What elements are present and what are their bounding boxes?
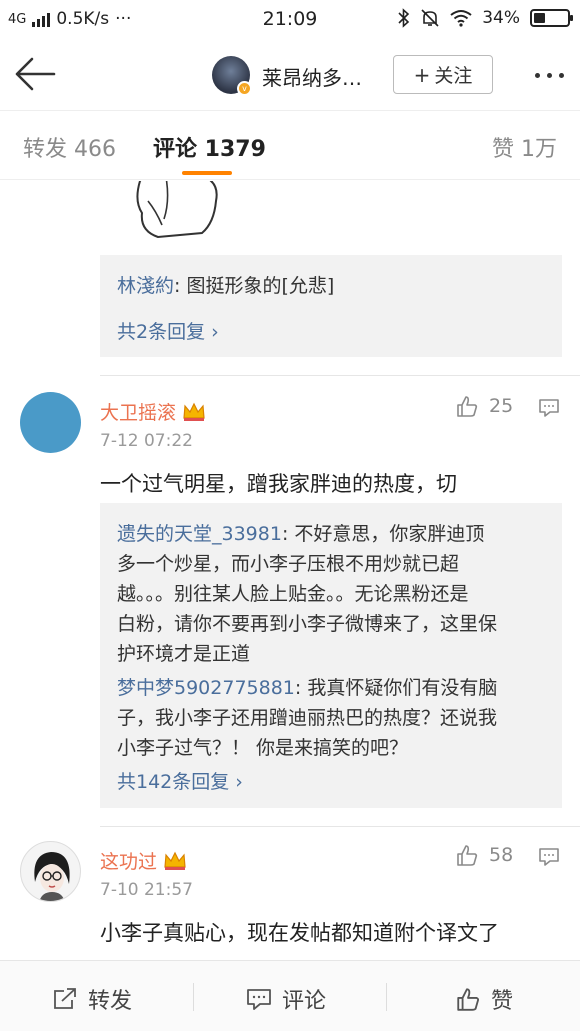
comment-author-name[interactable]: 大卫摇滚 [100, 398, 176, 425]
bluetooth-icon [398, 8, 410, 28]
tab-like[interactable]: 赞 1万 [492, 131, 557, 163]
comment-icon [247, 989, 271, 1010]
comment-label: 评论 [282, 989, 327, 1014]
plus-icon: + [413, 62, 431, 87]
repost-label: 转发 [88, 989, 133, 1014]
comment-text: 小李子真贴心，现在发帖都知道附个译文了 [100, 921, 499, 945]
tab-repost[interactable]: 转发 466 [23, 131, 116, 163]
wifi-icon [450, 10, 472, 27]
divider [100, 826, 580, 827]
share-icon [54, 988, 76, 1009]
comment-text: 一个过气明星，蹭我家胖迪的热度，切 [100, 472, 457, 496]
divider [193, 983, 194, 1011]
view-more-replies-link[interactable]: 共2条回复 › [117, 317, 219, 344]
crown-icon [164, 851, 186, 870]
view-more-replies-link[interactable]: 共142条回复 › [117, 767, 243, 794]
reply-username[interactable]: 梦中梦5902775881 [117, 677, 295, 699]
reply-text-line: 小李子过气？！ 你是来搞笑的吧？ [117, 737, 409, 759]
crown-icon [183, 402, 205, 421]
avatar[interactable] [20, 841, 81, 902]
comment-feed[interactable]: 林淺約: 图挺形象的[允悲] 共2条回复 › 大卫摇滚 7-12 07:22 一… [0, 181, 580, 960]
reply-text-line: 护环境才是正道 [117, 643, 251, 665]
like-post-button[interactable]: 赞 [455, 983, 513, 1015]
like-button[interactable]: 58 [455, 843, 513, 867]
battery-percent: 34% [482, 8, 520, 28]
reply-text: 不好意思，你家胖迪顶 [294, 523, 485, 545]
battery-fill [534, 13, 545, 23]
more-dots-icon[interactable] [535, 73, 564, 78]
avatar[interactable] [20, 392, 81, 453]
comment-time: 7-10 21:57 [100, 880, 193, 900]
status-right: 34% [398, 8, 573, 28]
tab-comment[interactable]: 评论 1379 [153, 131, 266, 163]
reply-bubble-icon[interactable] [538, 398, 560, 418]
reply-item: 林淺約: 图挺形象的[允悲] [117, 271, 334, 301]
thumbs-up-icon [457, 845, 478, 866]
reply-text-line: 子，我小李子还用蹭迪丽热巴的热度？还说我 [117, 707, 498, 729]
sticker-image [136, 181, 218, 239]
comment-author-name[interactable]: 这功过 [100, 847, 157, 874]
like-button[interactable]: 25 [455, 394, 513, 418]
reply-box: 遗失的天堂_33981: 不好意思，你家胖迪顶 多一个炒星，而小李子压根不用炒就… [100, 503, 562, 808]
avatar-illustration [34, 852, 70, 901]
active-tab-indicator [182, 171, 232, 175]
follow-button[interactable]: + 关注 [393, 55, 493, 94]
post-author-name[interactable]: 莱昂纳多… [262, 62, 362, 91]
reply-text-line: 多一个炒星，而小李子压根不用炒就已超 [117, 553, 460, 575]
comment-author[interactable]: 大卫摇滚 [100, 398, 206, 425]
reply-username[interactable]: 林淺約 [117, 275, 174, 297]
reply-box: 林淺約: 图挺形象的[允悲] 共2条回复 › [100, 255, 562, 357]
comment-author[interactable]: 这功过 [100, 847, 187, 874]
reply-item: 梦中梦5902775881: 我真怀疑你们有没有脑 [117, 673, 497, 703]
reply-username[interactable]: 遗失的天堂_33981 [117, 523, 282, 545]
verified-badge-icon: v [237, 81, 252, 96]
divider [386, 983, 387, 1011]
reply-separator: : [294, 677, 308, 699]
like-count: 58 [489, 844, 514, 866]
avatar[interactable]: v [212, 56, 252, 96]
like-count: 25 [489, 395, 514, 417]
reply-separator: : [281, 523, 295, 545]
battery-icon [530, 9, 573, 27]
reply-text-line: 越。。。别往某人脸上贴金。。无论黑粉还是 [117, 583, 469, 605]
tab-bar: 转发 466 评论 1379 赞 1万 [0, 110, 580, 180]
divider [100, 375, 580, 376]
reply-text: 我真怀疑你们有没有脑 [307, 677, 498, 699]
thumbs-up-icon [457, 988, 480, 1011]
nav-bar: v 莱昂纳多… + 关注 [0, 40, 580, 110]
status-bar: 4G 0.5K/s ··· 21:09 34% [0, 0, 580, 40]
reply-text-line: 白粉，请你不要再到小李子微博来了，这里保 [117, 613, 498, 635]
repost-button[interactable]: 转发 [52, 983, 132, 1015]
comment-button[interactable]: 评论 [246, 983, 326, 1015]
thumbs-up-icon [457, 396, 478, 417]
back-arrow-icon[interactable] [14, 56, 56, 92]
comment-time: 7-12 07:22 [100, 431, 193, 451]
mute-bell-icon [421, 9, 439, 27]
reply-text: 图挺形象的[允悲] [186, 275, 335, 297]
reply-separator: : [174, 275, 187, 297]
like-label: 赞 [491, 989, 514, 1014]
bottom-action-bar: 转发 评论 赞 [0, 960, 580, 1031]
reply-item: 遗失的天堂_33981: 不好意思，你家胖迪顶 [117, 519, 484, 549]
reply-bubble-icon[interactable] [538, 847, 560, 867]
follow-label: 关注 [434, 65, 473, 87]
